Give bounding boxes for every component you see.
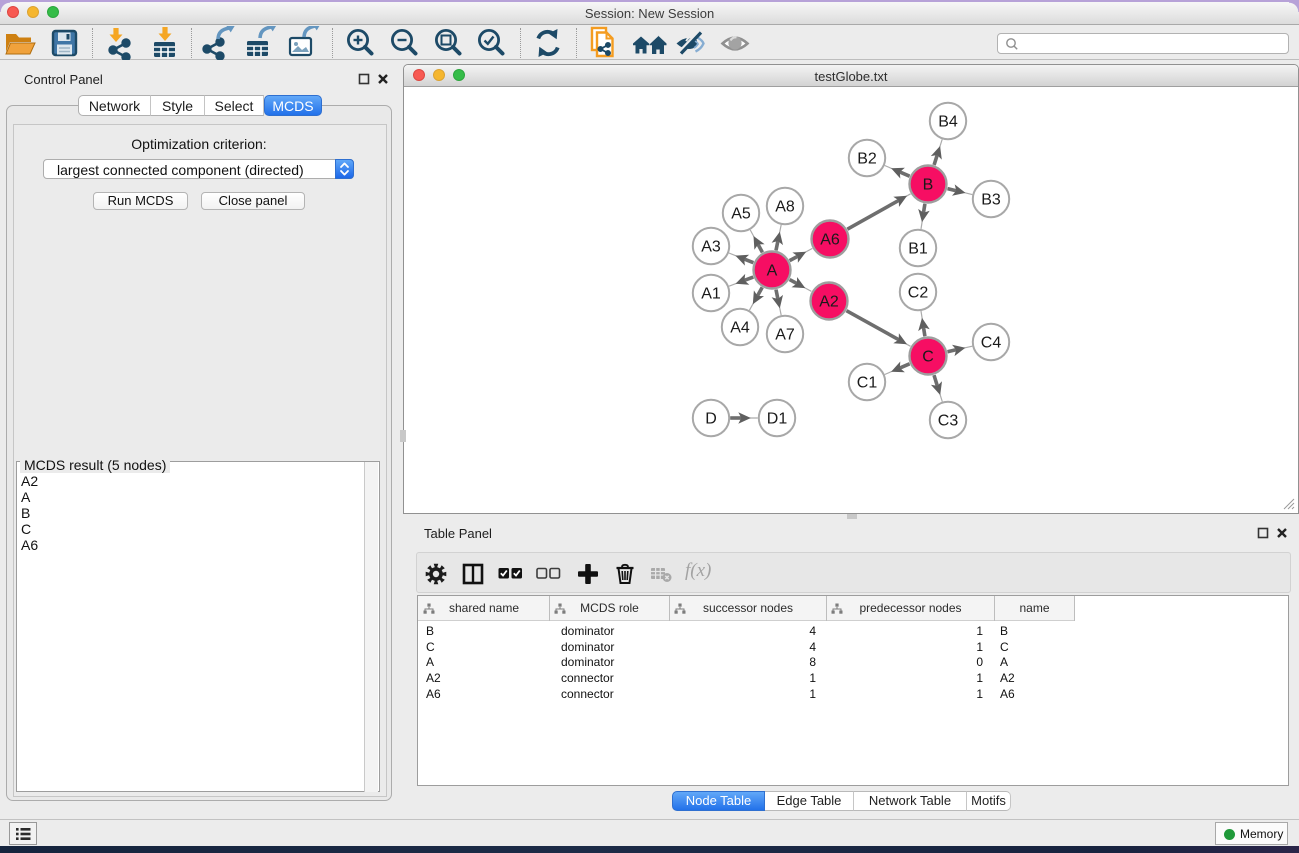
svg-text:C1: C1 bbox=[857, 375, 878, 392]
svg-text:A1: A1 bbox=[701, 286, 721, 303]
svg-text:B4: B4 bbox=[938, 114, 958, 131]
svg-text:A2: A2 bbox=[819, 294, 839, 311]
svg-text:D: D bbox=[705, 411, 717, 428]
svg-text:C4: C4 bbox=[981, 335, 1002, 352]
svg-text:C2: C2 bbox=[908, 285, 929, 302]
svg-text:B3: B3 bbox=[981, 192, 1001, 209]
svg-text:C3: C3 bbox=[938, 413, 959, 430]
svg-text:A4: A4 bbox=[730, 320, 750, 337]
svg-text:C: C bbox=[922, 349, 934, 366]
svg-text:A5: A5 bbox=[731, 206, 751, 223]
svg-text:B: B bbox=[923, 177, 934, 194]
svg-text:A6: A6 bbox=[820, 232, 840, 249]
svg-text:A: A bbox=[767, 263, 778, 280]
svg-text:A3: A3 bbox=[701, 239, 721, 256]
svg-text:B1: B1 bbox=[908, 241, 928, 258]
svg-text:A7: A7 bbox=[775, 327, 795, 344]
svg-text:D1: D1 bbox=[767, 411, 788, 428]
svg-text:A8: A8 bbox=[775, 199, 795, 216]
svg-text:B2: B2 bbox=[857, 151, 877, 168]
